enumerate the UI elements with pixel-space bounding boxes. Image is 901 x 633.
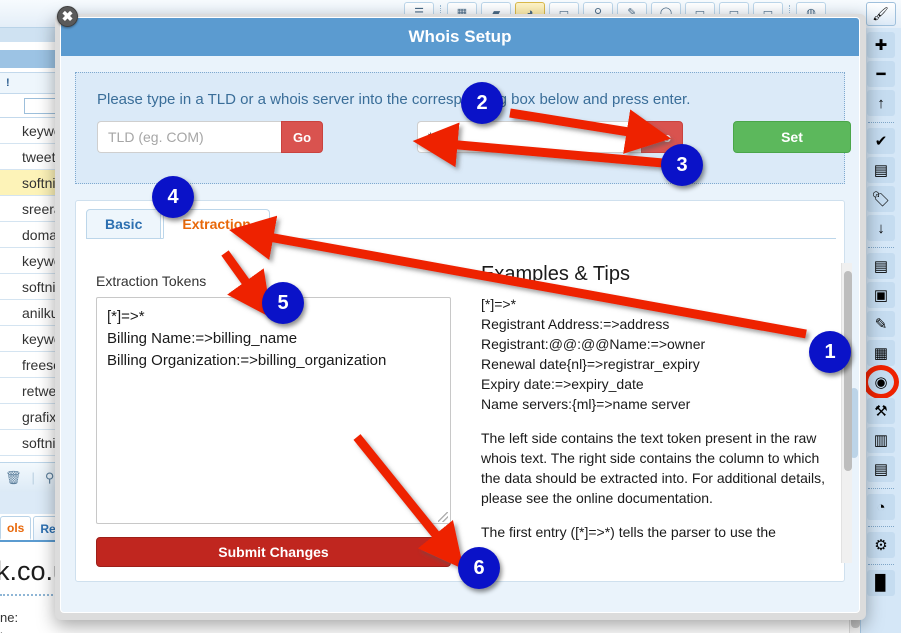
palette-gear-icon[interactable]: ◔ — [867, 494, 895, 520]
rail-separator — [868, 564, 894, 565]
upload-arrow-icon[interactable]: ↑ — [867, 90, 895, 116]
submit-changes-button[interactable]: Submit Changes — [96, 537, 451, 567]
folder-gear-icon[interactable]: ▣ — [867, 282, 895, 308]
rail-separator — [868, 526, 894, 527]
tips-scrollbar-track[interactable] — [841, 263, 852, 563]
resize-grip-icon[interactable] — [438, 512, 448, 522]
rail-top-button-area: 🖌 — [860, 0, 901, 28]
tag-icon[interactable]: 🏷 — [867, 186, 895, 212]
tab-extraction[interactable]: Extraction — [163, 209, 270, 239]
tips-paragraph-2: The first entry ([*]=>*) tells the parse… — [481, 524, 776, 540]
rail-separator — [868, 122, 894, 123]
globe-gear-icon[interactable]: ◉ — [863, 365, 899, 399]
tld-input-group: Go — [97, 121, 323, 153]
bg-tab-tools[interactable]: ols — [0, 516, 32, 540]
background-detail-line-2: k — [0, 628, 7, 633]
edit-pencil-icon[interactable]: ✎ — [867, 311, 895, 337]
minus-orange-icon[interactable]: ━ — [867, 61, 895, 87]
tld-go-button[interactable]: Go — [281, 121, 323, 153]
brush-icon[interactable]: 🖌 — [865, 2, 896, 26]
rail-separator — [868, 247, 894, 248]
rail-separator — [868, 488, 894, 489]
set-button[interactable]: Set — [733, 121, 851, 153]
server-input-group: Go — [417, 121, 683, 153]
tld-input[interactable] — [97, 121, 281, 153]
download-arrow-icon[interactable]: ↓ — [867, 215, 895, 241]
setup-prompt: Please type in a TLD or a whois server i… — [97, 91, 691, 108]
background-detail-line-1: ne: — [0, 610, 19, 625]
dialog-title: Whois Setup — [61, 18, 859, 56]
setup-panel: Please type in a TLD or a whois server i… — [75, 72, 851, 184]
settings-check-icon[interactable]: ⚙ — [867, 532, 895, 558]
clipboard-check-icon[interactable]: ▤ — [867, 456, 895, 482]
tab-basic[interactable]: Basic — [86, 209, 162, 239]
contact-check-icon[interactable]: ▥ — [867, 427, 895, 453]
close-icon[interactable]: ✖ — [57, 6, 78, 27]
right-icon-rail: ✚ ━ ↑ ✔ ▤ 🏷 ↓ ▤ ▣ ✎ ▦ ◉ ⚒ ▥ ▤ ◔ ⚙ ▉ — [860, 28, 901, 633]
calculator-icon[interactable]: ▦ — [867, 340, 895, 366]
new-document-icon[interactable]: ▤ — [867, 253, 895, 279]
status-divider: | — [31, 470, 35, 485]
tips-scrollbar-thumb[interactable] — [844, 271, 852, 471]
examples-and-tips: Examples & Tips [*]=>* Registrant Addres… — [481, 263, 836, 563]
tips-paragraph-1: The left side contains the text token pr… — [481, 430, 825, 506]
report-gear-icon[interactable]: ▤ — [867, 157, 895, 183]
tips-heading: Examples & Tips — [481, 263, 630, 285]
server-go-button[interactable]: Go — [641, 121, 683, 153]
extraction-tokens-textarea[interactable]: [*]=>* Billing Name:=>billing_name Billi… — [96, 297, 451, 524]
whois-server-input[interactable] — [417, 121, 641, 153]
add-green-icon[interactable]: ✚ — [867, 32, 895, 58]
check-green-icon[interactable]: ✔ — [867, 128, 895, 154]
book-icon[interactable]: ▉ — [867, 570, 895, 596]
tabstrip: Basic Extraction — [86, 209, 270, 239]
screenshot-root: ☰ ▦ ▰ ◕ ▭ ⚲ ✎ ◯ ▭ ▭ ▭ ◍ ! keyword tweetfe… — [0, 0, 901, 633]
tools-icon[interactable]: ⚒ — [867, 398, 895, 424]
settings-tab-panel: Basic Extraction Extraction Tokens [*]=>… — [75, 200, 852, 582]
highlight-ring — [863, 365, 899, 399]
search-icon[interactable]: ⚲ — [45, 470, 55, 486]
tips-examples: [*]=>* Registrant Address:=>address Regi… — [481, 296, 706, 412]
trash-icon[interactable]: 🗑 — [5, 470, 22, 486]
extraction-tokens-label: Extraction Tokens — [96, 273, 207, 289]
